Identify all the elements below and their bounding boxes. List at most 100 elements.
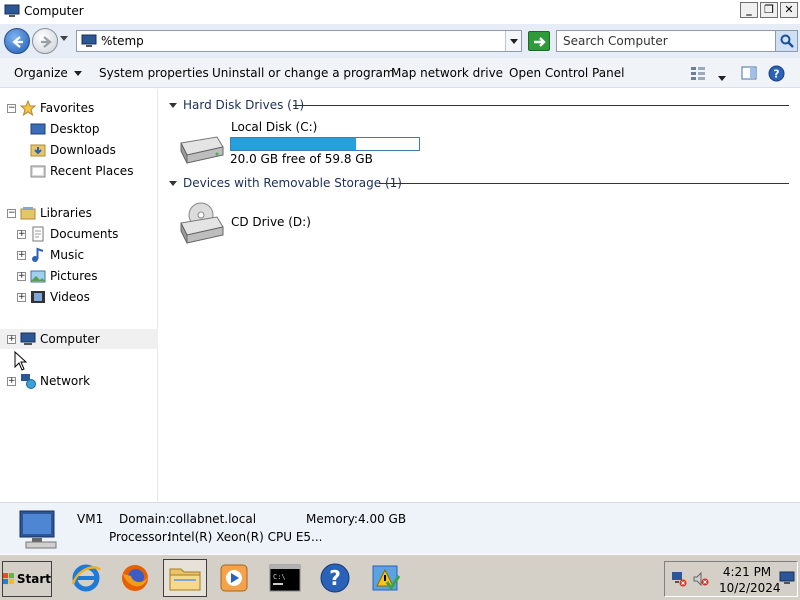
- processor-label: Processor:: [109, 530, 171, 544]
- star-icon: [20, 100, 36, 116]
- domain-label: Domain:: [119, 512, 170, 526]
- search-input[interactable]: Search Computer: [563, 34, 668, 48]
- sidebar-item-recent-places[interactable]: Recent Places: [30, 161, 133, 181]
- computer-icon: [20, 332, 36, 345]
- go-button[interactable]: [528, 31, 550, 51]
- title-bar: Computer _ ❐ ✕: [0, 0, 800, 22]
- sidebar-item-desktop[interactable]: Desktop: [30, 119, 100, 139]
- back-button[interactable]: [4, 28, 30, 54]
- memory-label: Memory:: [306, 512, 358, 526]
- folder-icon: [169, 568, 201, 591]
- local-disk-name: Local Disk (C:): [231, 120, 318, 134]
- help-support-taskbar-button[interactable]: ?: [313, 559, 357, 597]
- help-icon: ?: [320, 563, 350, 593]
- disk-usage-fill: [231, 138, 357, 150]
- system-properties-button[interactable]: System properties: [99, 66, 209, 80]
- music-icon: [32, 247, 44, 262]
- show-desktop-icon[interactable]: [779, 570, 795, 586]
- internet-explorer-taskbar-button[interactable]: [64, 559, 108, 597]
- volume-muted-icon[interactable]: [693, 571, 709, 587]
- computer-name: VM1: [77, 512, 104, 526]
- taskbar: Start C:\ ? 4:21 PM 10/2/2024: [0, 554, 800, 600]
- sidebar-item-music[interactable]: + Music: [17, 245, 84, 265]
- mouse-cursor-icon: [14, 351, 28, 371]
- clock[interactable]: 4:21 PM 10/2/2024: [719, 564, 781, 596]
- memory-value: 4.00 GB: [358, 512, 407, 526]
- hdd-group-header[interactable]: Hard Disk Drives (1): [169, 97, 304, 113]
- removable-group-header[interactable]: Devices with Removable Storage (1): [169, 175, 402, 191]
- sidebar-item-libraries[interactable]: − Libraries: [7, 203, 92, 223]
- expand-toggle[interactable]: +: [7, 334, 16, 344]
- sidebar-item-pictures[interactable]: + Pictures: [17, 266, 98, 286]
- start-button[interactable]: Start: [2, 561, 52, 597]
- sidebar-item-computer[interactable]: + Computer: [0, 329, 158, 349]
- svg-text:?: ?: [329, 566, 341, 590]
- computer-icon: [4, 4, 20, 17]
- close-button[interactable]: ✕: [780, 2, 798, 18]
- window-title: Computer: [24, 4, 84, 18]
- details-pane: VM1 Domain: collabnet.local Memory: 4.00…: [0, 502, 800, 554]
- search-button[interactable]: [775, 31, 797, 51]
- sidebar-item-videos[interactable]: + Videos: [17, 287, 90, 307]
- expand-toggle[interactable]: +: [17, 250, 26, 260]
- expand-toggle[interactable]: +: [17, 292, 26, 302]
- recent-pages-dropdown[interactable]: [60, 36, 68, 41]
- command-prompt-taskbar-button[interactable]: C:\: [263, 559, 307, 597]
- cd-drive-name: CD Drive (D:): [231, 215, 311, 229]
- media-player-taskbar-button[interactable]: [212, 559, 256, 597]
- expand-toggle[interactable]: +: [7, 376, 16, 386]
- disk-free-space: 20.0 GB free of 59.8 GB: [230, 152, 373, 166]
- view-dropdown-icon[interactable]: [718, 71, 726, 85]
- expand-toggle[interactable]: +: [17, 271, 26, 281]
- videos-icon: [31, 291, 45, 303]
- firefox-icon: [122, 565, 148, 591]
- sidebar-item-documents[interactable]: + Documents: [17, 224, 118, 244]
- action-center-taskbar-button[interactable]: [363, 559, 407, 597]
- address-dropdown-button[interactable]: [505, 31, 521, 51]
- search-icon: [780, 34, 794, 48]
- documents-icon: [32, 226, 44, 242]
- search-box[interactable]: Search Computer: [556, 30, 798, 52]
- action-center-icon: [372, 565, 401, 591]
- network-disconnected-icon[interactable]: [671, 571, 687, 587]
- minimize-button[interactable]: _: [740, 2, 758, 18]
- restore-button[interactable]: ❐: [760, 2, 778, 18]
- downloads-folder-icon: [30, 144, 46, 157]
- help-icon[interactable]: ?: [768, 65, 785, 82]
- address-row: %temp Search Computer: [0, 24, 800, 58]
- processor-value: Intel(R) Xeon(R) CPU E5...: [168, 530, 323, 544]
- domain-value: collabnet.local: [169, 512, 257, 526]
- organize-menu[interactable]: Organize: [14, 66, 82, 80]
- address-input[interactable]: %temp: [101, 34, 144, 48]
- libraries-icon: [20, 207, 36, 220]
- sidebar-item-favorites[interactable]: − Favorites: [7, 98, 94, 118]
- open-control-panel-button[interactable]: Open Control Panel: [509, 66, 624, 80]
- uninstall-program-button[interactable]: Uninstall or change a program: [212, 66, 395, 80]
- command-bar: Organize System properties Uninstall or …: [0, 58, 800, 88]
- clock-date: 10/2/2024: [719, 581, 781, 595]
- windows-explorer-taskbar-button[interactable]: [163, 559, 207, 597]
- sidebar-item-downloads[interactable]: Downloads: [30, 140, 116, 160]
- forward-arrow-icon: [41, 36, 52, 48]
- sidebar-item-network[interactable]: + Network: [7, 371, 90, 391]
- collapse-toggle[interactable]: −: [7, 103, 16, 113]
- preview-pane-icon[interactable]: [741, 65, 757, 81]
- forward-button[interactable]: [32, 28, 58, 54]
- pictures-icon: [30, 270, 46, 283]
- firefox-taskbar-button[interactable]: [113, 559, 157, 597]
- expand-toggle[interactable]: +: [17, 229, 26, 239]
- group-divider: [379, 183, 789, 184]
- svg-text:C:\: C:\: [273, 573, 286, 581]
- content-pane: Hard Disk Drives (1) Local Disk (C:) 20.…: [159, 89, 800, 502]
- network-icon: [21, 374, 36, 389]
- windows-logo-icon: [3, 573, 15, 585]
- recent-places-icon: [30, 165, 46, 178]
- address-bar[interactable]: %temp: [76, 30, 522, 52]
- collapse-toggle[interactable]: −: [7, 208, 16, 218]
- map-network-drive-button[interactable]: Map network drive: [391, 66, 503, 80]
- view-options-icon[interactable]: [690, 65, 706, 81]
- media-player-icon: [220, 564, 248, 592]
- computer-icon: [19, 510, 57, 549]
- go-arrow-icon: [534, 37, 546, 47]
- desktop-icon: [30, 123, 46, 135]
